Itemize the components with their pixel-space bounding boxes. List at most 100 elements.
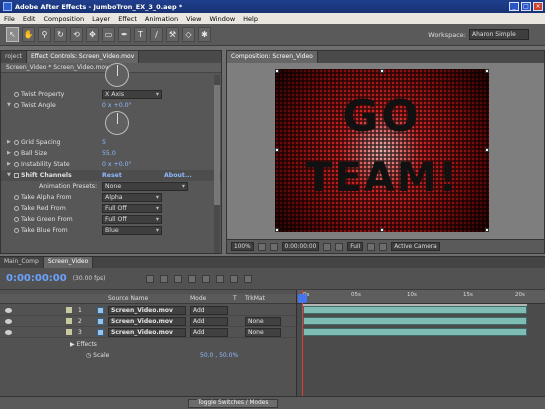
tab-screen-video[interactable]: Screen_Video [43, 257, 94, 268]
rotate-tool-icon[interactable]: ↻ [54, 27, 67, 42]
twirl-open-icon[interactable]: ▼ [7, 170, 11, 181]
orbit-camera-tool-icon[interactable]: ⟲ [70, 27, 83, 42]
layer-handle[interactable] [485, 69, 489, 73]
about-link[interactable]: About... [164, 170, 192, 181]
frame-blending-icon[interactable] [215, 274, 224, 283]
label-color-icon[interactable] [66, 307, 72, 313]
column-source-name[interactable]: Source Name [108, 294, 148, 303]
layer-handle[interactable] [275, 69, 279, 73]
stopwatch-icon[interactable] [14, 217, 19, 222]
close-button[interactable]: × [533, 2, 543, 11]
graph-editor-icon[interactable] [243, 274, 252, 283]
take-green-select[interactable]: Full Off [102, 215, 162, 224]
layer-row-3[interactable]: 3 Screen_Video.mov Add None [0, 327, 296, 338]
current-time-field[interactable]: 0:00:00:00 [281, 242, 320, 251]
transparency-grid-icon[interactable] [379, 242, 388, 251]
eye-icon[interactable] [5, 319, 12, 324]
toggle-switches-modes-button[interactable]: Toggle Switches / Modes [188, 399, 278, 408]
layer-trkmat-select[interactable]: None [245, 328, 281, 337]
search-layers-icon[interactable] [145, 274, 154, 283]
animation-presets-select[interactable]: None [102, 182, 188, 191]
layer-duration-bar-2[interactable] [303, 317, 527, 325]
layer-mode-select[interactable]: Add [190, 317, 228, 326]
text-tool-icon[interactable]: T [134, 27, 147, 42]
eye-icon[interactable] [5, 308, 12, 313]
camera-select[interactable]: Active Camera [391, 242, 440, 251]
effects-group-row[interactable]: ▶ Effects [0, 340, 296, 350]
region-of-interest-icon[interactable] [367, 242, 376, 251]
hide-shy-layers-icon[interactable] [201, 274, 210, 283]
layer-duration-bar-1[interactable] [303, 306, 527, 314]
eye-icon[interactable] [5, 330, 12, 335]
selection-tool-icon[interactable]: ↖ [6, 27, 19, 42]
twirl-open-icon[interactable]: ▼ [7, 100, 11, 111]
tab-effect-controls[interactable]: Effect Controls: Screen_Video.mov [27, 51, 140, 63]
clone-stamp-tool-icon[interactable]: ⚒ [166, 27, 179, 42]
menu-view[interactable]: View [186, 15, 201, 23]
stopwatch-icon[interactable] [14, 162, 19, 167]
stopwatch-icon[interactable] [14, 228, 19, 233]
resolution-select[interactable]: Full [347, 242, 364, 251]
menu-help[interactable]: Help [243, 15, 258, 23]
label-color-icon[interactable] [66, 318, 72, 324]
menu-layer[interactable]: Layer [92, 15, 110, 23]
layer-row-1[interactable]: 1 Screen_Video.mov Add [0, 305, 296, 316]
layer-handle[interactable] [380, 228, 384, 232]
pan-behind-tool-icon[interactable]: ✥ [86, 27, 99, 42]
maximize-button[interactable]: □ [521, 2, 531, 11]
brush-tool-icon[interactable]: ∕ [150, 27, 163, 42]
puppet-tool-icon[interactable]: ✱ [198, 27, 211, 42]
current-time-indicator-head[interactable] [298, 294, 307, 303]
twirl-closed-icon[interactable]: ▶ [7, 148, 11, 159]
take-red-select[interactable]: Full Off [102, 204, 162, 213]
take-alpha-select[interactable]: Alpha [102, 193, 162, 202]
stopwatch-icon[interactable] [14, 195, 19, 200]
layer-trkmat-select[interactable]: None [245, 317, 281, 326]
snapshot-icon[interactable] [269, 242, 278, 251]
scale-property-row[interactable]: ◷ Scale 50.0 , 50.0% [0, 351, 296, 361]
reset-link[interactable]: Reset [102, 170, 122, 181]
safe-zones-icon[interactable] [257, 242, 266, 251]
zoom-select[interactable]: 100% [231, 242, 254, 251]
label-color-icon[interactable] [66, 329, 72, 335]
menu-composition[interactable]: Composition [43, 15, 84, 23]
column-t[interactable]: T [233, 294, 237, 303]
layer-mode-select[interactable]: Add [190, 328, 228, 337]
layer-name[interactable]: Screen_Video.mov [108, 306, 186, 315]
tab-main-comp[interactable]: Main_Comp [0, 257, 44, 268]
show-snapshot-icon[interactable] [323, 242, 332, 251]
draft-3d-icon[interactable] [187, 274, 196, 283]
layer-handle[interactable] [485, 148, 489, 152]
layer-handle[interactable] [275, 228, 279, 232]
composition-viewer[interactable]: GO TEAM! [275, 69, 489, 232]
layer-row-2[interactable]: 2 Screen_Video.mov Add None [0, 316, 296, 327]
rectangle-mask-tool-icon[interactable]: ▭ [102, 27, 115, 42]
minimize-button[interactable]: _ [509, 2, 519, 11]
time-ruler[interactable]: 0s 05s 10s 15s 20s [297, 290, 545, 304]
instability-value[interactable]: 0 x +0.0° [102, 159, 132, 170]
live-update-icon[interactable] [173, 274, 182, 283]
fx-toggle-icon[interactable] [14, 173, 19, 178]
layer-handle[interactable] [275, 148, 279, 152]
menu-animation[interactable]: Animation [145, 15, 178, 23]
scrollbar-thumb[interactable] [214, 85, 220, 205]
layer-handle[interactable] [380, 69, 384, 73]
angle-dial-icon[interactable] [105, 111, 129, 135]
layer-mode-select[interactable]: Add [190, 306, 228, 315]
column-trkmat[interactable]: TrkMat [245, 294, 265, 303]
timeline-timecode[interactable]: 0:00:00:00 [6, 273, 67, 284]
effect-panel-scrollbar[interactable] [214, 75, 220, 253]
take-blue-select[interactable]: Blue [102, 226, 162, 235]
zoom-tool-icon[interactable]: ⚲ [38, 27, 51, 42]
layer-name[interactable]: Screen_Video.mov [108, 328, 186, 337]
workspace-select[interactable]: Aharon Simple [469, 29, 529, 40]
stopwatch-icon[interactable] [14, 140, 19, 145]
grid-spacing-value[interactable]: 5 [102, 137, 106, 148]
column-mode[interactable]: Mode [190, 294, 206, 303]
layer-name[interactable]: Screen_Video.mov [108, 317, 186, 326]
comp-flowchart-icon[interactable] [159, 274, 168, 283]
dial-icon[interactable] [105, 63, 129, 87]
motion-blur-icon[interactable] [229, 274, 238, 283]
stopwatch-icon[interactable] [14, 206, 19, 211]
scale-value[interactable]: 50.0 , 50.0% [200, 351, 238, 361]
